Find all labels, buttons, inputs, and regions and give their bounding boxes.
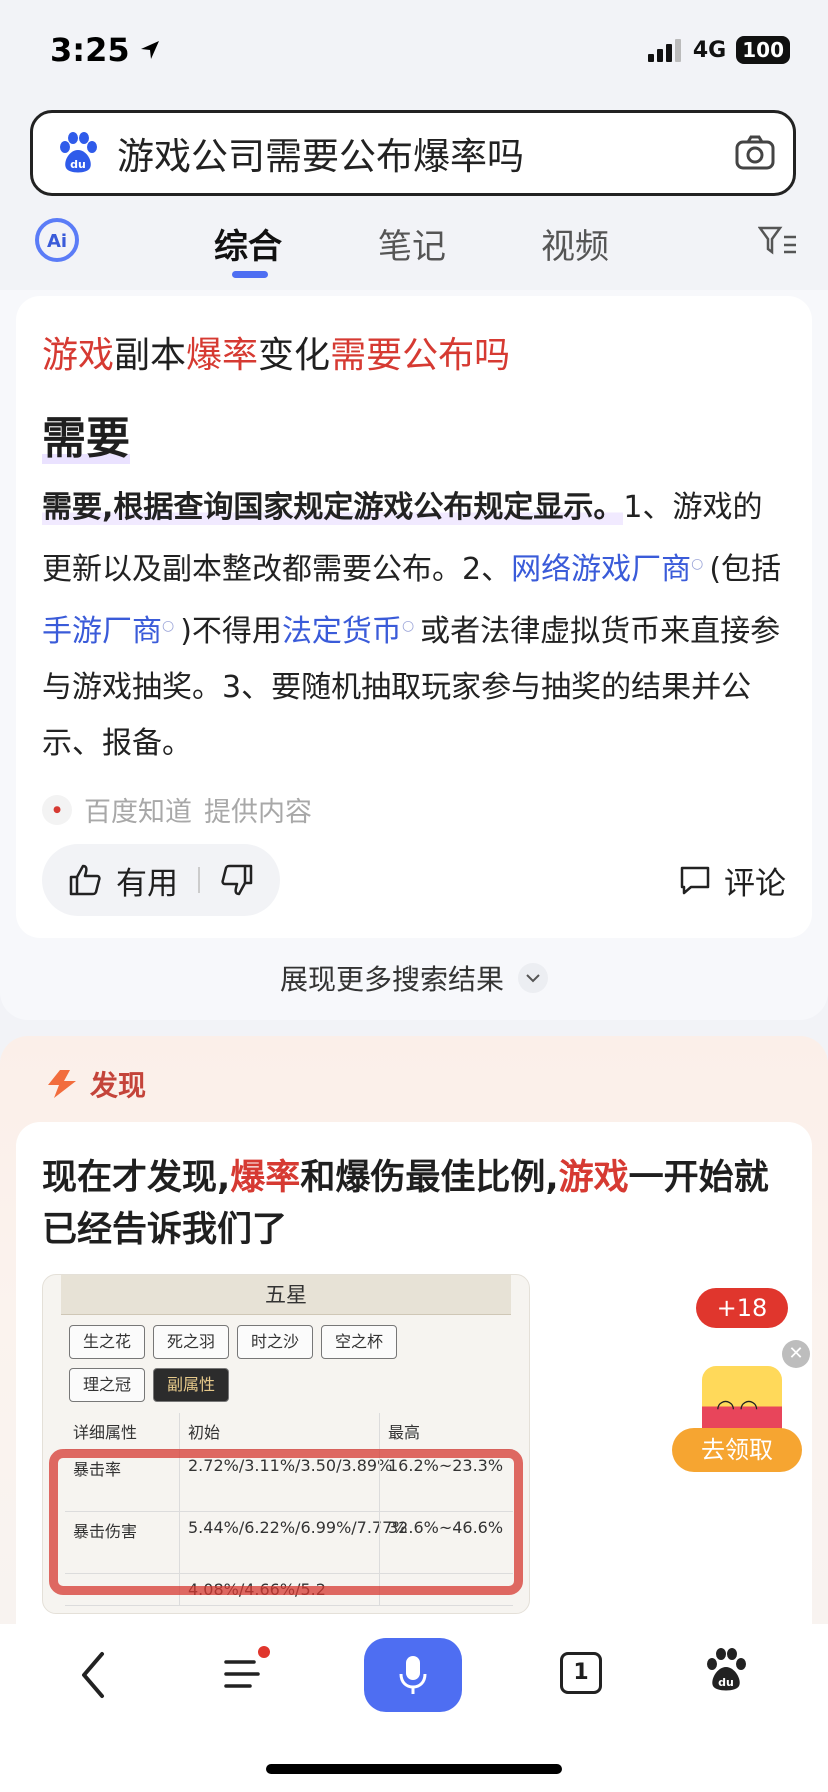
tab-active-indicator <box>232 271 268 278</box>
bottom-nav: 1 du <box>0 1624 828 1792</box>
answer-text: (包括 <box>709 552 782 587</box>
reward-badge: +18 <box>696 1288 788 1328</box>
answer-text: )不得用 <box>180 614 282 649</box>
svg-text:Ai: Ai <box>47 231 67 252</box>
back-icon[interactable] <box>78 1650 108 1700</box>
results-section: 游戏副本爆率变化需要公布吗 需要 需要,根据查询国家规定游戏公布规定显示。1、游… <box>0 290 828 1020</box>
thumb-chip-selected: 副属性 <box>153 1368 229 1402</box>
baidu-paw-icon: du <box>60 132 97 173</box>
time-text: 3:25 <box>50 31 130 69</box>
reward-widget[interactable]: +18 ✕ ◠◠ 去领取 <box>672 1288 812 1488</box>
headline-part: 和爆伤最佳比例, <box>300 1158 559 1198</box>
baidu-zhidao-logo-icon: ● <box>42 794 72 825</box>
thumb-chip: 时之沙 <box>237 1325 313 1359</box>
search-hint-icon: ○ <box>162 618 175 634</box>
show-more-results[interactable]: 展现更多搜索结果 <box>0 958 828 998</box>
discover-title: 发现 <box>90 1069 147 1102</box>
link-mobile-game-vendor[interactable]: 手游厂商 <box>42 614 162 649</box>
discover-headline[interactable]: 现在才发现,爆率和爆伤最佳比例,游戏一开始就已经告诉我们了 <box>42 1152 782 1256</box>
headline-part: 爆率 <box>230 1158 301 1198</box>
source-suffix: 提供内容 <box>204 797 312 828</box>
menu-icon[interactable] <box>222 1654 266 1694</box>
status-bar: 3:25 4G 100 <box>0 0 828 100</box>
status-time: 3:25 <box>50 31 162 69</box>
thumb-chip: 空之杯 <box>321 1325 397 1359</box>
network-type: 4G <box>692 37 727 63</box>
search-hint-icon: ○ <box>401 618 415 634</box>
close-icon[interactable]: ✕ <box>782 1340 810 1368</box>
battery-indicator: 100 <box>736 36 790 64</box>
thumb-header: 五星 <box>61 1275 511 1315</box>
notification-dot <box>258 1646 270 1658</box>
thumbs-up-icon[interactable] <box>68 863 102 897</box>
ai-assistant-icon[interactable]: Ai <box>34 217 80 263</box>
source-attribution[interactable]: ● 百度知道 提供内容 <box>42 790 786 829</box>
tab-bar: Ai 综合 笔记 视频 <box>0 205 828 285</box>
chevron-down-icon <box>518 963 548 993</box>
answer-text: 需要 <box>42 413 130 464</box>
claim-button[interactable]: 去领取 <box>672 1428 802 1472</box>
thumbs-down-icon[interactable] <box>220 863 254 897</box>
answer-headline: 需要 <box>42 402 130 466</box>
vote-group: 有用 <box>42 844 280 916</box>
answer-actions: 有用 评论 <box>42 844 786 916</box>
voice-search-button[interactable] <box>364 1638 462 1712</box>
thumb-cell: 最高 <box>379 1413 513 1449</box>
baidu-home-icon[interactable]: du <box>704 1646 748 1694</box>
headline-part: 现在才发现, <box>42 1158 231 1198</box>
title-part: 变化 <box>258 335 331 376</box>
location-arrow-icon <box>140 41 159 59</box>
tab-general[interactable]: 综合 <box>214 219 282 268</box>
headline-part: 游戏 <box>558 1158 629 1198</box>
title-part: 游戏 <box>42 335 115 376</box>
useful-label[interactable]: 有用 <box>116 858 178 903</box>
thumb-chip: 生之花 <box>69 1325 145 1359</box>
discover-header: 发现 <box>46 1064 146 1104</box>
comment-label: 评论 <box>724 865 786 902</box>
home-indicator <box>266 1764 562 1774</box>
discover-thumbnail[interactable]: 五星 生之花 死之羽 时之沙 空之杯 理之冠 副属性 详细属性 初始 最高 暴击… <box>42 1274 530 1614</box>
search-input[interactable]: 游戏公司需要公布爆率吗 <box>117 126 735 180</box>
thumb-chip: 理之冠 <box>69 1368 145 1402</box>
search-bar[interactable]: du 游戏公司需要公布爆率吗 <box>30 110 796 196</box>
signal-icon <box>647 39 681 62</box>
comment-button[interactable]: 评论 <box>678 858 786 903</box>
search-hint-icon: ○ <box>691 556 704 572</box>
vote-divider <box>198 867 200 893</box>
answer-card[interactable]: 游戏副本爆率变化需要公布吗 需要 需要,根据查询国家规定游戏公布规定显示。1、游… <box>16 296 812 938</box>
tab-notes[interactable]: 笔记 <box>378 219 446 268</box>
title-part: 需要公布吗 <box>330 335 511 376</box>
lightning-icon <box>48 1070 76 1098</box>
link-legal-currency[interactable]: 法定货币 <box>282 614 402 649</box>
show-more-label: 展现更多搜索结果 <box>279 963 504 996</box>
tabs-counter-button[interactable]: 1 <box>560 1652 602 1694</box>
thumb-chip: 死之羽 <box>153 1325 229 1359</box>
status-right: 4G 100 <box>647 36 790 64</box>
comment-icon <box>680 866 710 895</box>
thumb-cell: 详细属性 <box>73 1423 138 1442</box>
thumb-cell: 初始 <box>179 1413 379 1449</box>
svg-text:du: du <box>70 158 86 171</box>
tab-videos[interactable]: 视频 <box>541 219 609 268</box>
microphone-icon <box>399 1656 427 1694</box>
svg-text:du: du <box>718 1676 734 1689</box>
title-part: 副本 <box>114 335 187 376</box>
filter-icon[interactable] <box>758 225 798 255</box>
answer-summary: 需要,根据查询国家规定游戏公布规定显示。 <box>42 490 624 525</box>
answer-body: 需要,根据查询国家规定游戏公布规定显示。1、游戏的更新以及副本整改都需要公布。2… <box>42 480 786 772</box>
camera-icon[interactable] <box>735 135 775 171</box>
thumb-highlight-circle <box>49 1449 523 1595</box>
result-title[interactable]: 游戏副本爆率变化需要公布吗 <box>42 334 786 378</box>
thumb-table-header: 详细属性 初始 最高 <box>65 1413 513 1450</box>
source-name: 百度知道 <box>84 797 192 828</box>
title-part: 爆率 <box>186 335 259 376</box>
link-online-game-vendor[interactable]: 网络游戏厂商 <box>511 552 691 587</box>
envelope-face: ◠◠ <box>716 1396 763 1421</box>
